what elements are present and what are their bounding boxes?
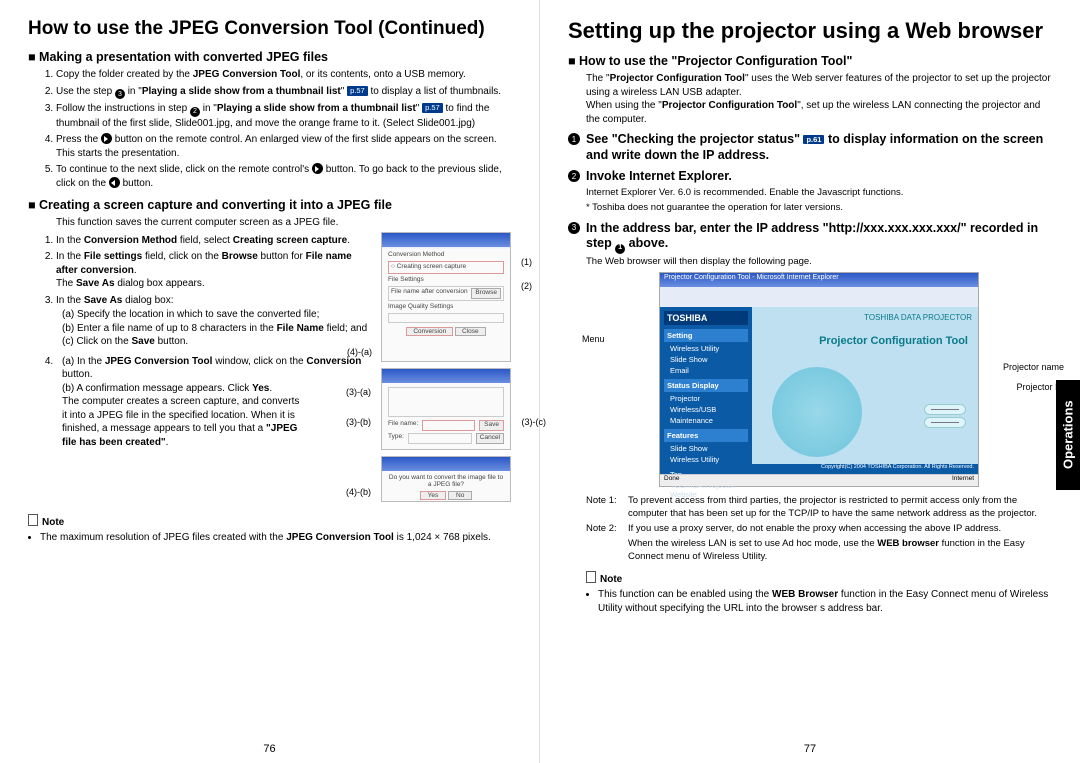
step-ref-3-icon: 3 [115, 89, 125, 99]
step-2: Use the step 3 in "Playing a slide show … [56, 85, 511, 100]
page-number-77: 77 [804, 743, 816, 755]
page-ref-57: p.57 [347, 86, 368, 96]
section-config-tool: How to use the "Projector Configuration … [568, 54, 1052, 68]
note-list-right: This function can be enabled using the W… [588, 588, 1052, 615]
note-heading-left: Note [28, 514, 511, 528]
note-left-1: The maximum resolution of JPEG files cre… [40, 531, 511, 545]
logo-toshiba: TOSHIBA [664, 311, 748, 325]
screenshot-jpeg-tool: Conversion Method ○ Creating screen capt… [381, 232, 511, 362]
step-3-icon: 3 [568, 222, 580, 234]
steps-presentation: Copy the folder created by the JPEG Conv… [42, 68, 511, 190]
page-77: Setting up the projector using a Web bro… [540, 0, 1080, 763]
step-ref-2-icon: 2 [190, 107, 200, 117]
page-76: How to use the JPEG Conversion Tool (Con… [0, 0, 540, 763]
note-heading-right: Note [586, 571, 1052, 585]
step-3: Follow the instructions in step 2 in "Pl… [56, 102, 511, 130]
back-button-icon [109, 177, 120, 188]
next-button-icon [312, 163, 323, 174]
step-2-text: Invoke Internet Explorer. [586, 169, 732, 185]
note-list-left: The maximum resolution of JPEG files cre… [30, 531, 511, 545]
page-number-76: 76 [263, 743, 275, 755]
page-ref-61: p.61 [803, 135, 824, 144]
side-tab-operations: Operations [1056, 380, 1080, 490]
page-title-right: Setting up the projector using a Web bro… [568, 18, 1052, 44]
note2-text-b: When the wireless LAN is set to use Ad h… [628, 538, 1052, 564]
step-3-text: In the address bar, enter the IP address… [586, 221, 1052, 254]
section-making-presentation: Making a presentation with converted JPE… [28, 50, 511, 64]
step-2-icon: 2 [568, 170, 580, 182]
step-1-icon: 1 [568, 133, 580, 145]
screenshot-save-as: File name:Save Type:Cancel (3)-(a) (3)-(… [381, 368, 511, 502]
label-menu: Menu [582, 334, 605, 344]
page-ref-57b: p.57 [422, 103, 443, 113]
antenna-icon [772, 367, 862, 457]
section-screen-capture: Creating a screen capture and converting… [28, 198, 511, 212]
note-right-1: This function can be enabled using the W… [598, 588, 1052, 615]
step-2-sub1: Internet Explorer Ver. 6.0 is recommende… [586, 187, 1052, 200]
play-button-icon [101, 133, 112, 144]
step-3-sub: The Web browser will then display the fo… [586, 256, 1052, 269]
sec2-intro: This function saves the current computer… [56, 216, 511, 230]
step-1-text: See "Checking the projector status" p.61… [586, 132, 1052, 163]
note2-text-a: If you use a proxy server, do not enable… [628, 523, 1001, 536]
label-projector-name: Projector name [1003, 362, 1064, 372]
step-ref-1-icon: 1 [615, 244, 625, 254]
screenshot-browser: Projector Configuration Tool - Microsoft… [659, 272, 979, 487]
step-4: Press the button on the remote control. … [56, 133, 511, 160]
page-title-left: How to use the JPEG Conversion Tool (Con… [28, 18, 511, 40]
window-title: Projector Configuration Tool - Microsoft… [660, 273, 978, 287]
step-1: Copy the folder created by the JPEG Conv… [56, 68, 511, 82]
step-5: To continue to the next slide, click on … [56, 163, 511, 190]
step-2-sub2: * Toshiba does not guarantee the operati… [586, 202, 1052, 215]
